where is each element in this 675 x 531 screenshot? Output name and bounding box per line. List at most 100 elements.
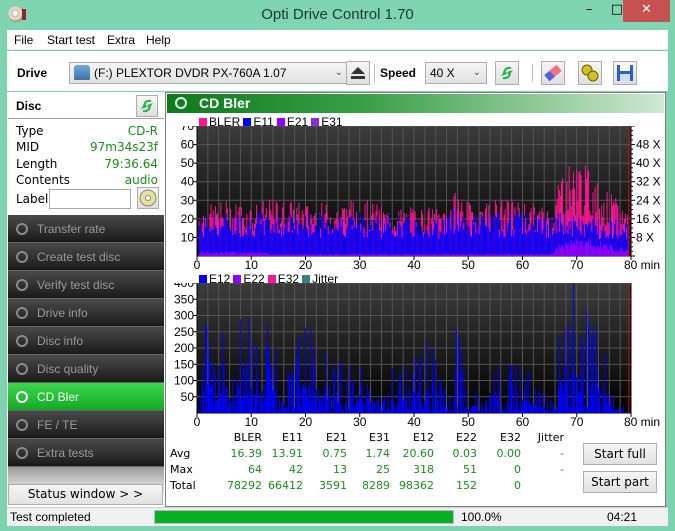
nav-cd-bler[interactable]: CD Bler xyxy=(8,383,164,411)
bar-e12 xyxy=(610,405,612,413)
bar-e12 xyxy=(311,401,313,413)
bar-e12 xyxy=(352,379,354,413)
bar-e21 xyxy=(233,252,235,256)
bar-e12 xyxy=(529,403,531,413)
nav-verify-test-disc[interactable]: Verify test disc xyxy=(8,271,164,299)
erase-button[interactable] xyxy=(541,61,565,85)
bar-e21 xyxy=(397,254,399,256)
disc-label-button[interactable] xyxy=(137,187,159,209)
bar-e21 xyxy=(465,254,467,256)
bar-e12 xyxy=(563,392,565,413)
main-panel: CD Bler BLER E11 E21 E31 10 20 30 40 50 60 70 0… xyxy=(165,92,666,507)
bar-e21 xyxy=(582,247,584,256)
nav-disc-quality[interactable]: Disc quality xyxy=(8,355,164,383)
bar-e12 xyxy=(463,369,465,413)
disc-refresh-button[interactable] xyxy=(136,95,158,117)
start-part-button[interactable]: Start part xyxy=(583,471,657,493)
bar-e11 xyxy=(248,217,250,256)
start-full-button[interactable]: Start full xyxy=(583,443,657,465)
drive-select[interactable]: (F:) PLEXTOR DVDR PX-760A 1.07 ⌄ xyxy=(69,62,349,84)
bar-e12 xyxy=(253,395,255,413)
disc-test-icon xyxy=(16,251,28,263)
bar-e11 xyxy=(217,234,219,256)
bar-e21 xyxy=(350,253,352,256)
bar-e11 xyxy=(414,220,416,256)
disc-length-key: Length xyxy=(16,157,58,171)
save-button[interactable] xyxy=(613,61,637,85)
bar-e21 xyxy=(482,254,484,256)
bar-e11 xyxy=(454,229,456,256)
bar-e11 xyxy=(198,225,200,256)
bar-e21 xyxy=(467,254,469,256)
bar-e21 xyxy=(581,240,583,256)
minimize-button[interactable]: – xyxy=(575,0,603,22)
disc-label-input[interactable] xyxy=(49,189,131,209)
drive-label: Drive xyxy=(17,66,48,80)
bar-e11 xyxy=(287,231,289,256)
menu-help[interactable]: Help xyxy=(146,33,171,47)
bar-e21 xyxy=(520,254,522,256)
bar-e12 xyxy=(516,390,518,413)
bar-e11 xyxy=(450,229,452,256)
bar-e21 xyxy=(357,254,359,256)
stats-avg-row: Avg 16.39 13.91 0.75 1.74 20.60 0.03 0.0… xyxy=(170,447,564,460)
bar-e11 xyxy=(431,235,433,256)
bar-e11 xyxy=(309,213,311,256)
bar-e12 xyxy=(498,366,500,413)
bar-e11 xyxy=(213,214,215,256)
bar-e21 xyxy=(594,248,596,256)
x-tick-label: 10 xyxy=(245,258,259,271)
nav-disc-info[interactable]: Disc info xyxy=(8,327,164,355)
bar-e21 xyxy=(234,252,236,256)
disc-length-value: 79:36.64 xyxy=(104,157,158,171)
bar-e21 xyxy=(206,251,208,256)
nav-transfer-rate[interactable]: Transfer rate xyxy=(8,215,164,243)
bar-e21 xyxy=(432,254,434,256)
bar-e21 xyxy=(446,253,448,256)
bar-e12 xyxy=(232,376,234,413)
bar-e21 xyxy=(616,250,618,256)
status-window-button[interactable]: Status window > > xyxy=(8,484,163,505)
settings-button[interactable] xyxy=(578,61,602,85)
bar-e12 xyxy=(250,387,252,413)
bar-e11 xyxy=(507,222,509,256)
bar-e21 xyxy=(417,254,419,256)
bar-e21 xyxy=(612,248,614,256)
bar-e11 xyxy=(334,229,336,256)
disc-test-icon xyxy=(16,363,28,375)
speed-select[interactable]: 40 X ⌄ xyxy=(425,62,487,84)
bar-e11 xyxy=(268,227,270,256)
bar-e21 xyxy=(387,255,389,256)
bar-e21 xyxy=(405,254,407,256)
bar-e12 xyxy=(312,364,314,413)
bar-e11 xyxy=(266,214,268,256)
nav-extra-tests[interactable]: Extra tests xyxy=(8,439,164,467)
bar-e21 xyxy=(625,250,627,256)
bar-e21 xyxy=(373,255,375,256)
close-button[interactable]: ✕ xyxy=(623,0,670,22)
bar-e12 xyxy=(578,392,580,413)
x-tick-label: 60 xyxy=(516,415,530,428)
bar-e11 xyxy=(288,231,290,256)
bar-e11 xyxy=(377,221,379,256)
nav-fe-te[interactable]: FE / TE xyxy=(8,411,164,439)
menu-file[interactable]: File xyxy=(14,33,33,47)
bar-e12 xyxy=(317,389,319,413)
nav-drive-info[interactable]: Drive info xyxy=(8,299,164,327)
menu-extra[interactable]: Extra xyxy=(107,33,135,47)
bar-e21 xyxy=(218,254,220,256)
menu-start-test[interactable]: Start test xyxy=(47,33,95,47)
bar-e12 xyxy=(597,388,599,413)
y-tick-label: 30 xyxy=(181,193,195,207)
bar-e21 xyxy=(314,254,316,256)
nav-create-test-disc[interactable]: Create test disc xyxy=(8,243,164,271)
bar-e21 xyxy=(408,255,410,256)
bar-e21 xyxy=(288,254,290,256)
refresh-button[interactable] xyxy=(495,61,519,85)
eject-button[interactable] xyxy=(346,61,370,85)
bar-e21 xyxy=(367,254,369,256)
y-tick-label: 20 xyxy=(181,212,195,226)
bar-e12 xyxy=(469,407,471,413)
bar-e12 xyxy=(289,410,291,413)
bar-e12 xyxy=(357,397,359,413)
